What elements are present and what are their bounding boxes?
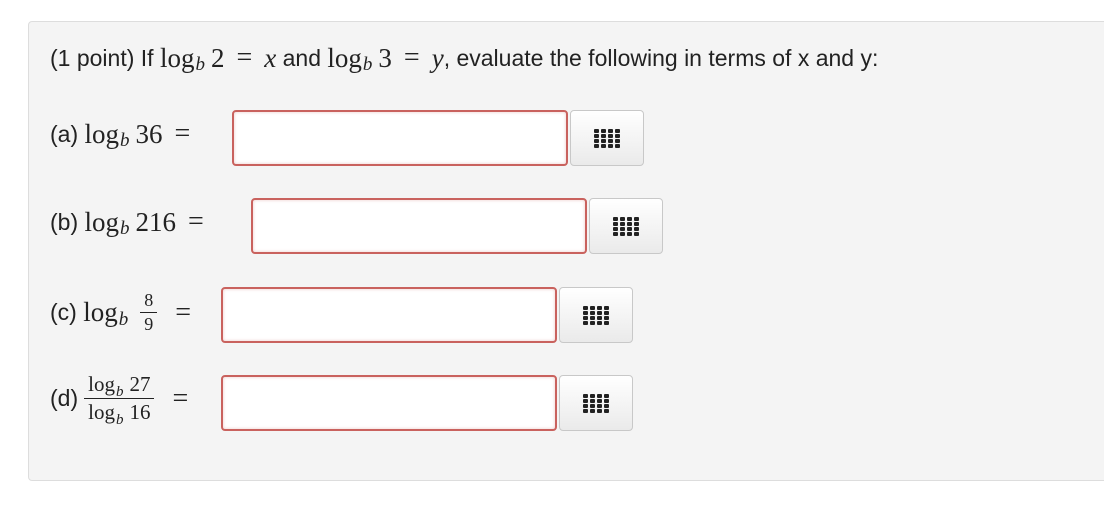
fraction-numerator: logb 27 bbox=[84, 372, 155, 400]
equation-editor-button-b[interactable] bbox=[589, 198, 663, 254]
equation-palette-icon bbox=[594, 128, 620, 148]
equation-palette-icon bbox=[583, 393, 609, 413]
answer-input-d[interactable] bbox=[221, 375, 557, 431]
log-text: log bbox=[83, 297, 118, 327]
fraction: logb 27 logb 16 bbox=[84, 372, 155, 428]
equals-sign: = bbox=[403, 42, 420, 73]
log-base: b bbox=[118, 308, 129, 330]
equals-sign: = bbox=[174, 118, 191, 149]
log-text: log bbox=[84, 206, 120, 237]
log-arg-2: 2 bbox=[210, 42, 225, 73]
equation-editor-button-d[interactable] bbox=[559, 375, 633, 431]
if-word: If bbox=[140, 44, 154, 71]
answer-input-a[interactable] bbox=[232, 110, 568, 166]
log-base: b bbox=[195, 54, 205, 75]
log-text: log bbox=[327, 42, 362, 73]
equals-sign: = bbox=[172, 382, 189, 414]
equation-palette-icon bbox=[613, 216, 639, 236]
part-a-label: (a) log b 36 = bbox=[50, 118, 202, 151]
fraction-denominator: logb 16 bbox=[84, 399, 154, 428]
part-letter: (b) bbox=[50, 208, 79, 235]
part-letter: (c) bbox=[50, 299, 77, 325]
log-arg: 36 bbox=[135, 118, 163, 149]
part-letter: (a) bbox=[50, 120, 79, 147]
part-b-label: (b) log b 216 = bbox=[50, 206, 216, 239]
log-base: b bbox=[115, 412, 124, 428]
var-x: x bbox=[264, 42, 277, 73]
and-word: and bbox=[282, 44, 321, 71]
log-base: b bbox=[362, 54, 373, 75]
log-arg: 216 bbox=[135, 206, 177, 237]
fraction-denominator: 9 bbox=[144, 314, 154, 334]
equals-sign: = bbox=[175, 296, 192, 328]
instruction-tail: , evaluate the following in terms of x a… bbox=[443, 44, 879, 71]
log-arg: 16 bbox=[129, 400, 151, 424]
log-text: log bbox=[159, 42, 195, 73]
log-base: b bbox=[115, 384, 124, 400]
fraction-numerator: 8 bbox=[140, 290, 158, 313]
equals-sign: = bbox=[236, 42, 253, 73]
log-text: log bbox=[88, 372, 115, 396]
equation-editor-button-c[interactable] bbox=[559, 287, 633, 343]
log-arg: 27 bbox=[129, 372, 151, 396]
fraction: 8 9 bbox=[140, 290, 158, 335]
log-text: log bbox=[88, 400, 115, 424]
log-text: log bbox=[84, 118, 120, 149]
equation-palette-icon bbox=[583, 305, 609, 325]
var-y: y bbox=[431, 42, 444, 73]
points-label: (1 point) bbox=[50, 44, 135, 71]
answer-input-b[interactable] bbox=[251, 198, 587, 254]
log-base: b bbox=[120, 218, 130, 239]
log-arg-3: 3 bbox=[378, 42, 392, 73]
part-c-label: (c) log b 8 9 = bbox=[50, 290, 203, 335]
part-d-label: (d) logb 27 logb 16 = bbox=[50, 372, 200, 428]
equation-editor-button-a[interactable] bbox=[570, 110, 644, 166]
part-letter: (d) bbox=[50, 385, 79, 411]
equals-sign: = bbox=[188, 206, 204, 237]
log-base: b bbox=[120, 130, 130, 151]
problem-statement: (1 point) If log b 2 = x and log b 3 = y… bbox=[50, 42, 879, 75]
answer-input-c[interactable] bbox=[221, 287, 557, 343]
